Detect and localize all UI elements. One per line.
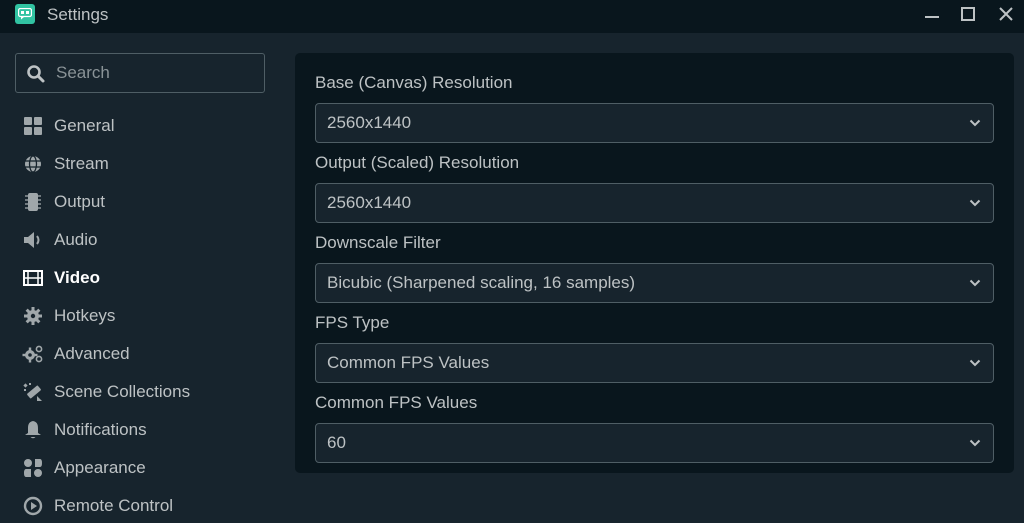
sidebar-item-label: Video [54,268,100,287]
gear-icon [22,305,44,327]
sidebar-item-label: Hotkeys [54,306,116,325]
video-settings-panel: Base (Canvas) Resolution 2560x1440 Outpu… [295,53,1014,473]
common-fps-label: Common FPS Values [315,393,478,412]
sidebar-item-advanced[interactable]: Advanced [22,339,272,369]
common-fps-value: 60 [327,433,346,452]
fps-type-label: FPS Type [315,313,390,332]
sidebar-item-stream[interactable]: Stream [22,149,272,179]
sidebar-item-scene-collections[interactable]: Scene Collections [22,377,272,407]
base-resolution-label: Base (Canvas) Resolution [315,73,513,92]
chevron-down-icon [969,359,981,367]
chip-icon [22,191,44,213]
title-bar: Settings [0,0,1024,33]
sidebar-item-video[interactable]: Video [22,263,272,293]
base-resolution-select[interactable]: 2560x1440 [315,103,994,143]
sidebar-item-label: Notifications [54,420,147,439]
grid-icon [22,115,44,137]
search-icon [27,65,45,83]
maximize-button[interactable] [953,2,983,26]
window-title: Settings [47,5,109,24]
chevron-down-icon [969,199,981,207]
sidebar-item-notifications[interactable]: Notifications [22,415,272,445]
film-icon [22,267,44,289]
sidebar-item-label: Stream [54,154,109,173]
close-button[interactable] [991,2,1021,26]
sidebar-item-general[interactable]: General [22,111,272,141]
app-logo-icon [15,4,35,24]
shapes-icon [22,457,44,479]
minimize-button[interactable] [917,2,947,26]
magic-wand-icon [22,381,44,403]
minimize-icon [925,16,939,18]
output-resolution-select[interactable]: 2560x1440 [315,183,994,223]
sidebar-item-hotkeys[interactable]: Hotkeys [22,301,272,331]
chevron-down-icon [969,119,981,127]
downscale-filter-value: Bicubic (Sharpened scaling, 16 samples) [327,273,636,292]
sidebar-item-label: Appearance [54,458,146,477]
sidebar-item-label: General [54,116,115,135]
sidebar-item-label: Audio [54,230,98,249]
sidebar-item-audio[interactable]: Audio [22,225,272,255]
output-resolution-value: 2560x1440 [327,193,412,212]
common-fps-select[interactable]: 60 [315,423,994,463]
sidebar-item-appearance[interactable]: Appearance [22,453,272,483]
downscale-filter-label: Downscale Filter [315,233,441,252]
globe-icon [22,153,44,175]
fps-type-value: Common FPS Values [327,353,490,372]
chevron-down-icon [969,279,981,287]
speaker-icon [22,229,44,251]
sidebar-item-label: Advanced [54,344,130,363]
chevron-down-icon [969,439,981,447]
search-input[interactable] [56,60,256,86]
play-circle-icon [22,495,44,517]
base-resolution-value: 2560x1440 [327,113,412,132]
close-icon [999,7,1013,21]
maximize-icon [961,7,975,21]
sidebar-item-output[interactable]: Output [22,187,272,217]
output-resolution-label: Output (Scaled) Resolution [315,153,520,172]
bell-icon [22,419,44,441]
sidebar-item-label: Remote Control [54,496,174,515]
downscale-filter-select[interactable]: Bicubic (Sharpened scaling, 16 samples) [315,263,994,303]
search-box[interactable] [15,53,265,93]
sidebar: General Stream Output Audio Video Hotkey… [0,33,282,523]
sidebar-item-label: Scene Collections [54,382,191,401]
gears-icon [22,343,44,365]
fps-type-select[interactable]: Common FPS Values [315,343,994,383]
sidebar-item-label: Output [54,192,106,211]
sidebar-item-remote-control[interactable]: Remote Control [22,491,272,521]
